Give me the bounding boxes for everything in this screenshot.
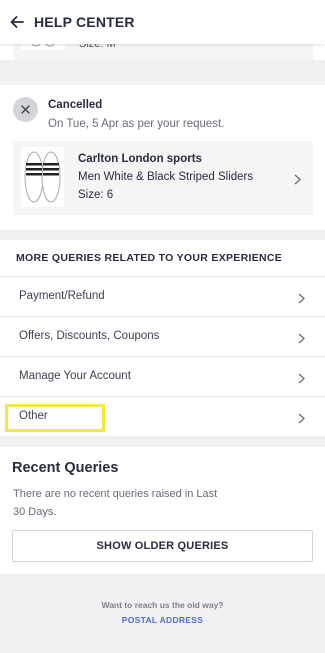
chevron-right-icon xyxy=(298,291,305,309)
section-heading: MORE QUERIES RELATED TO YOUR EXPERIENCE xyxy=(16,252,283,264)
chevron-right-icon xyxy=(298,371,305,389)
product-image xyxy=(21,147,64,207)
query-manage-account[interactable]: Manage Your Account xyxy=(0,356,325,396)
close-icon xyxy=(13,97,38,122)
query-payment-refund[interactable]: Payment/Refund xyxy=(0,276,325,316)
show-older-queries-button[interactable]: SHOW OLDER QUERIES xyxy=(12,530,313,562)
arrow-left-icon[interactable] xyxy=(10,14,26,30)
section-divider xyxy=(0,230,325,240)
chevron-right-icon xyxy=(294,172,301,190)
product-name: Men White & Black Striped Sliders xyxy=(78,171,254,183)
recent-queries-section: Recent Queries There are no recent queri… xyxy=(0,447,325,574)
recent-queries-title: Recent Queries xyxy=(12,460,119,476)
recent-queries-empty-text: There are no recent queries raised in La… xyxy=(13,488,218,518)
product-card[interactable]: Carlton London sports Men White & Black … xyxy=(13,141,313,215)
chevron-right-icon xyxy=(298,331,305,349)
section-divider xyxy=(0,60,325,85)
query-label: Manage Your Account xyxy=(19,370,131,382)
query-offers-discounts-coupons[interactable]: Offers, Discounts, Coupons xyxy=(0,316,325,356)
chevron-right-icon xyxy=(298,411,305,429)
footer: Want to reach us the old way? POSTAL ADD… xyxy=(0,574,325,653)
product-size: Size: 6 xyxy=(78,189,114,201)
highlight-box xyxy=(5,404,105,432)
footer-prompt: Want to reach us the old way? xyxy=(101,600,224,610)
query-label: Offers, Discounts, Coupons xyxy=(19,330,160,342)
page-title: HELP CENTER xyxy=(34,14,135,30)
product-brand: Carlton London sports xyxy=(78,153,202,165)
app-header: HELP CENTER xyxy=(0,0,325,44)
section-divider xyxy=(0,436,325,447)
order-status-detail: On Tue, 5 Apr as per your request. xyxy=(48,118,225,130)
query-label: Payment/Refund xyxy=(19,290,105,302)
order-status: Cancelled xyxy=(48,99,103,111)
postal-address-link[interactable]: POSTAL ADDRESS xyxy=(0,615,325,625)
